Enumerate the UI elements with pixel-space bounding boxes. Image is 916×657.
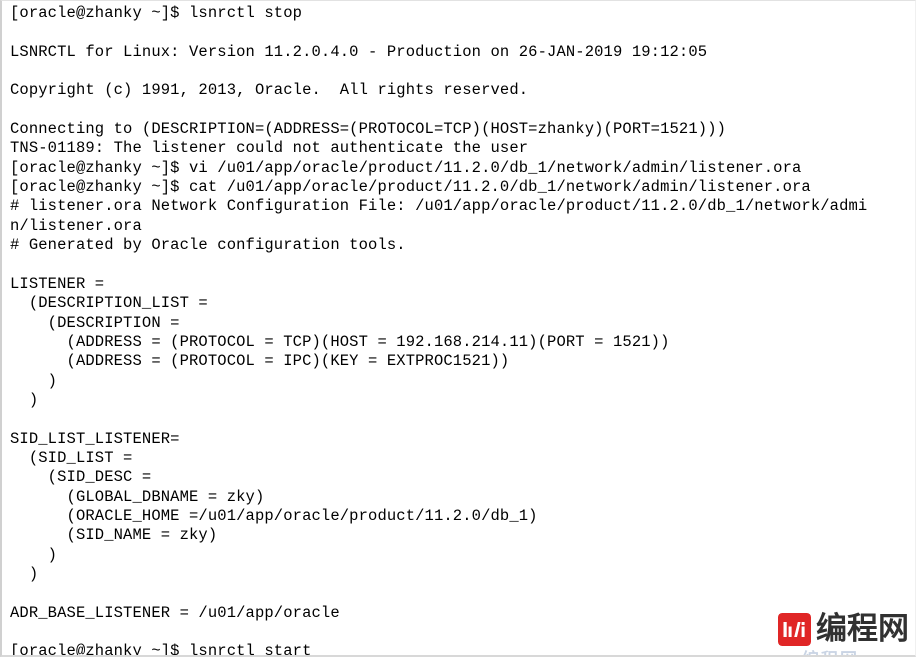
terminal-line: (SID_DESC = [10, 468, 152, 487]
terminal-line: # listener.ora Network Configuration Fil… [10, 197, 868, 216]
terminal-line: (ADDRESS = (PROTOCOL = TCP)(HOST = 192.1… [10, 332, 670, 351]
watermark-ghost-text: 编程网 [802, 645, 859, 655]
terminal-line: [oracle@zhanky ~]$ lsnrctl stop [10, 4, 303, 22]
terminal-line: (SID_LIST = [10, 448, 133, 467]
terminal-line: [oracle@zhanky ~]$ cat /u01/app/oracle/p… [10, 178, 811, 197]
terminal-line: [oracle@zhanky ~]$ vi /u01/app/oracle/pr… [10, 158, 802, 177]
terminal-window[interactable]: [oracle@zhanky ~]$ lsnrctl stop LSNRCTL f… [0, 0, 916, 657]
terminal-line: LISTENER = [10, 274, 105, 293]
terminal-line: (GLOBAL_DBNAME = zky) [10, 487, 265, 506]
terminal-line: (DESCRIPTION = [10, 313, 180, 332]
terminal-line: ) [10, 564, 39, 583]
terminal-line: (ORACLE_HOME =/u01/app/oracle/product/11… [10, 506, 538, 525]
terminal-line: # Generated by Oracle configuration tool… [10, 236, 406, 255]
terminal-line: (SID_NAME = zky) [10, 526, 218, 545]
terminal-line: TNS-01189: The listener could not authen… [10, 139, 529, 158]
terminal-line: (ADDRESS = (PROTOCOL = IPC)(KEY = EXTPRO… [10, 352, 510, 371]
terminal-line: ) [10, 390, 39, 409]
terminal-line: ) [10, 545, 58, 564]
watermark-text: 编程网 [816, 611, 909, 647]
watermark-logo-icon [778, 613, 811, 646]
terminal-line: LSNRCTL for Linux: Version 11.2.0.4.0 - … [10, 42, 708, 61]
terminal-line: n/listener.ora [10, 216, 142, 235]
terminal-line: Copyright (c) 1991, 2013, Oracle. All ri… [10, 81, 529, 100]
terminal-line: ) [10, 371, 58, 390]
terminal-line: Connecting to (DESCRIPTION=(ADDRESS=(PRO… [10, 120, 727, 139]
watermark: 编程网 [778, 613, 909, 646]
terminal-line: (DESCRIPTION_LIST = [10, 294, 208, 313]
terminal-line: SID_LIST_LISTENER= [10, 429, 180, 448]
console-output[interactable]: [oracle@zhanky ~]$ lsnrctl stop LSNRCTL f… [10, 4, 915, 655]
